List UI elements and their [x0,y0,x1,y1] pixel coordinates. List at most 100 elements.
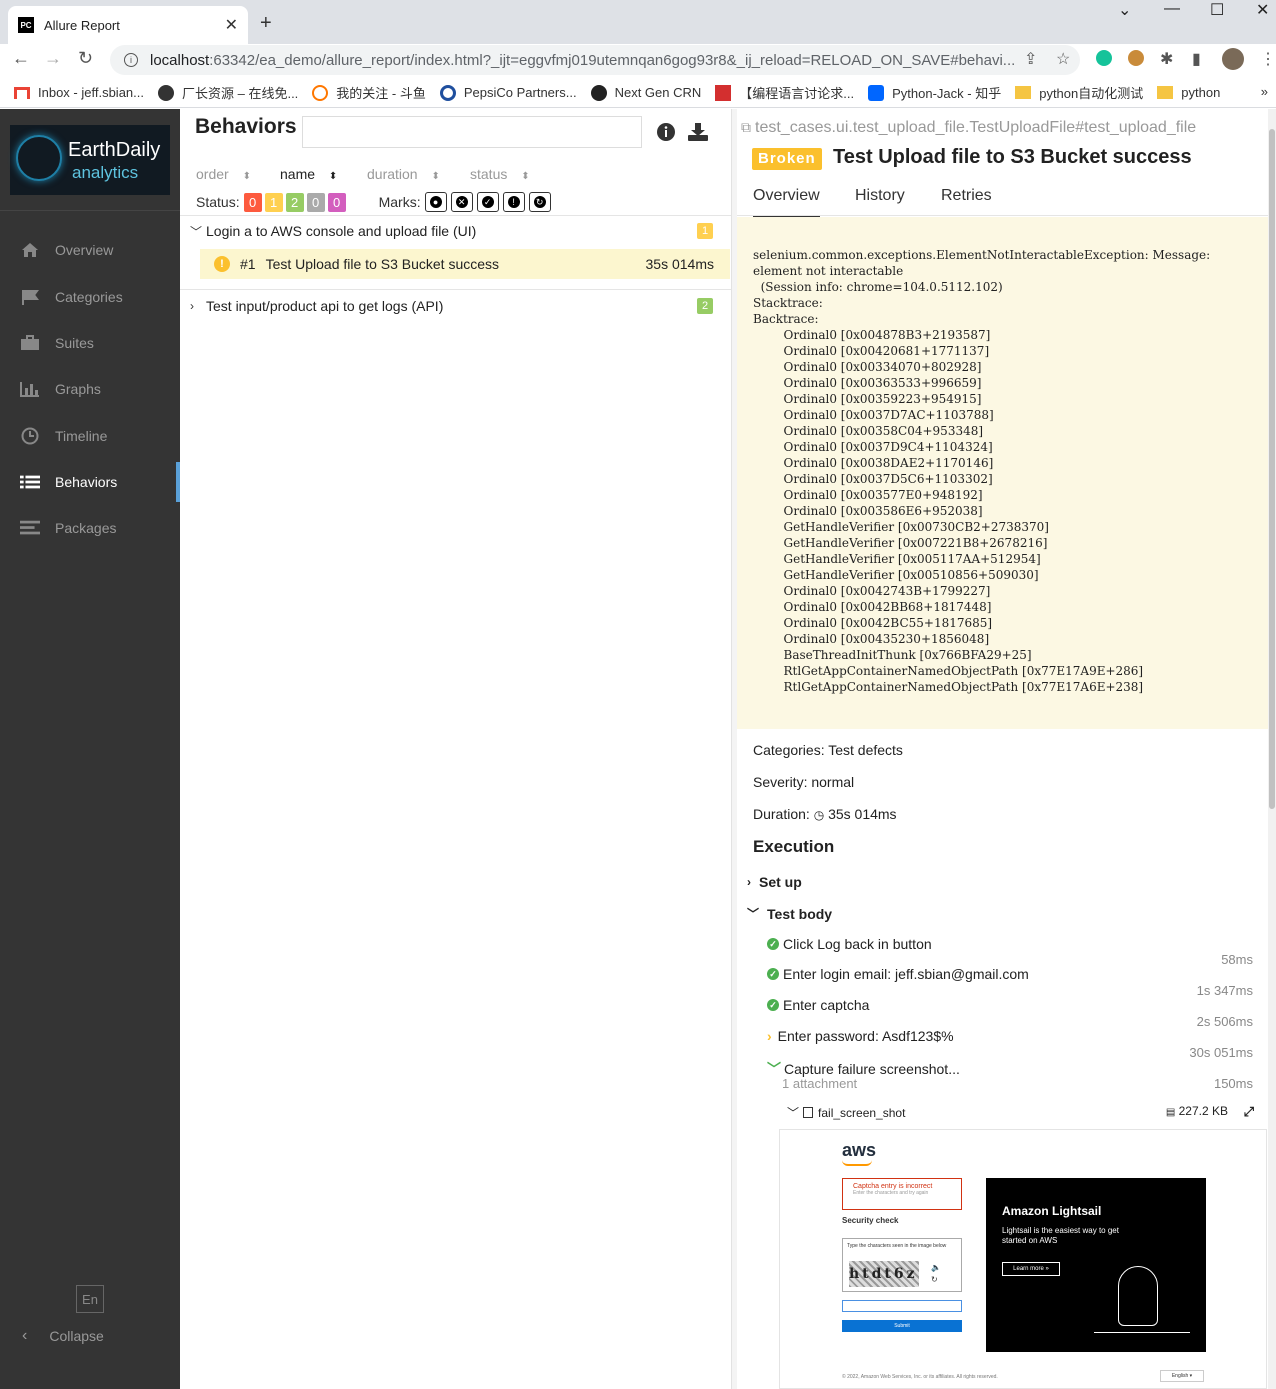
browser-menu-icon[interactable]: ⋮ [1260,49,1276,69]
status-unknown-toggle[interactable]: 0 [327,192,346,212]
captcha-error: Captcha entry is incorrect Enter the cha… [842,1178,962,1210]
forward-icon[interactable]: → [44,48,62,69]
more-bookmarks-icon[interactable]: » [1261,84,1268,99]
back-icon[interactable]: ← [12,48,30,69]
new-passed-mark-toggle[interactable]: ✓ [476,192,499,212]
align-left-icon [20,519,40,537]
nav-timeline[interactable]: Timeline [0,416,180,456]
earthdaily-logo[interactable]: EarthDaily analytics [10,125,170,195]
maximize-icon[interactable]: ☐ [1210,0,1224,20]
language-switch[interactable]: En [76,1285,104,1313]
tab-retries[interactable]: Retries [941,187,992,215]
chevron-down-icon: ﹀ [767,1061,781,1077]
step-duration: 30s 051ms [1189,1045,1253,1060]
setup-section[interactable]: › Set up [747,874,802,890]
status-broken-toggle[interactable]: 1 [264,192,283,212]
attachment-screenshot[interactable]: aws Captcha entry is incorrect Enter the… [779,1129,1267,1389]
bookmark-item[interactable]: Next Gen CRN [590,84,701,101]
bookmark-item[interactable]: Inbox - jeff.sbian... [14,85,144,100]
step-row[interactable]: ✓ Enter captcha [767,997,869,1013]
bookmark-item[interactable]: 我的关注 - 斗鱼 [312,83,426,102]
share-icon[interactable]: ⇪ [1024,49,1037,69]
new-tab-icon[interactable]: + [260,12,272,35]
behavior-group[interactable]: ﹀ Login a to AWS console and upload file… [180,216,731,246]
status-label: Status: [196,194,240,210]
sort-order[interactable]: order ⬍ [196,166,251,182]
bomb-icon: ● [429,196,442,208]
nav-behaviors[interactable]: Behaviors [0,462,180,502]
check-circle-icon: ✓ [767,999,779,1011]
tab-search-icon[interactable]: ⌄ [1118,0,1131,20]
new-broken-mark-toggle[interactable]: ! [502,192,525,212]
status-badge: Broken [752,148,822,170]
minimize-icon[interactable]: — [1164,0,1180,18]
exclamation-circle-icon: ! [214,256,230,272]
address-bar[interactable]: i localhost :63342/ea_demo/allure_report… [110,45,1080,75]
collapse-label: Collapse [49,1328,104,1344]
search-input[interactable] [302,116,642,148]
group-count-badge: 2 [697,298,713,314]
step-row[interactable]: › Enter password: Asdf123$% [767,1028,954,1044]
sort-status[interactable]: status ⬍ [470,166,530,182]
chevron-right-icon: › [747,875,751,889]
nav-suites[interactable]: Suites [0,323,180,363]
extensions-puzzle-icon[interactable]: ✱ [1160,49,1173,69]
step-duration: 150ms [1213,1076,1253,1091]
behavior-group[interactable]: › Test input/product api to get logs (AP… [180,291,731,321]
copy-icon[interactable]: ⧉ [741,119,751,135]
clock-icon: ◷ [813,808,825,822]
times-circle-icon: ✕ [455,196,468,208]
bookmark-item[interactable]: python自动化测试 [1015,83,1143,102]
nav-graphs[interactable]: Graphs [0,369,180,409]
logo-text: EarthDaily [68,139,161,161]
site-info-icon[interactable]: i [124,53,138,67]
browser-tab[interactable]: PC Allure Report ✕ [8,6,248,44]
divider [737,215,1276,216]
new-failed-mark-toggle[interactable]: ✕ [450,192,473,212]
audio-icon: 🔈 [931,1263,941,1272]
nav-categories[interactable]: Categories [0,277,180,317]
chevron-down-icon: ﹀ [747,907,760,921]
sort-arrows-icon: ⬍ [431,171,440,182]
step-row[interactable]: ✓ Click Log back in button [767,936,932,952]
bookmark-item[interactable]: 厂长资源 – 在线免... [158,83,298,102]
expand-icon[interactable]: ⤢ [1244,1104,1254,1120]
info-icon[interactable] [657,123,675,146]
step-row[interactable]: ✓ Enter login email: jeff.sbian@gmail.co… [767,966,1029,982]
profile-avatar[interactable] [1222,48,1244,70]
sort-duration[interactable]: duration ⬍ [367,166,440,182]
collapse-button[interactable]: ‹ Collapse [22,1327,104,1345]
tab-history[interactable]: History [855,187,905,215]
test-row[interactable]: ! #1 Test Upload file to S3 Bucket succe… [200,249,730,279]
chevron-right-icon: › [190,299,194,313]
nav-packages[interactable]: Packages [0,508,180,548]
sort-name[interactable]: name ⬍ [280,166,337,182]
status-passed-toggle[interactable]: 2 [285,192,304,212]
tab-overview[interactable]: Overview [753,187,820,218]
side-panel-icon[interactable]: ▮ [1192,49,1201,69]
bookmark-item[interactable]: python [1157,85,1220,100]
allure-app: EarthDaily analytics Overview Categories… [0,109,1276,1389]
cookie-extension-icon[interactable] [1128,50,1144,66]
reload-icon[interactable]: ↻ [78,48,93,69]
status-failed-toggle[interactable]: 0 [243,192,262,212]
test-fullname[interactable]: ⧉ test_cases.ui.test_upload_file.TestUplo… [741,119,1196,137]
flaky-mark-toggle[interactable]: ● [424,192,447,212]
bookmark-item[interactable]: Python-Jack - 知乎 [868,83,1001,102]
details-scrollbar[interactable] [1268,109,1276,1389]
bookmark-item[interactable]: 【编程语言讨论求... [715,83,854,102]
bookmark-star-icon[interactable]: ☆ [1056,49,1070,69]
bookmark-item[interactable]: PepsiCo Partners... [439,84,577,101]
aws-footer: © 2022, Amazon Web Services, Inc. or its… [842,1374,998,1380]
download-icon[interactable] [688,123,708,146]
nav-overview[interactable]: Overview [0,230,180,270]
chevron-left-icon: ‹ [22,1327,28,1344]
nav-label: Packages [55,520,117,536]
grammarly-extension-icon[interactable] [1096,50,1112,66]
status-skipped-toggle[interactable]: 0 [306,192,325,212]
tab-close-icon[interactable]: ✕ [225,15,238,35]
scrollbar-thumb[interactable] [1269,129,1275,809]
retries-mark-toggle[interactable]: ↻ [528,192,551,212]
window-close-icon[interactable]: ✕ [1256,0,1269,20]
test-body-section[interactable]: ﹀ Test body [747,905,832,922]
